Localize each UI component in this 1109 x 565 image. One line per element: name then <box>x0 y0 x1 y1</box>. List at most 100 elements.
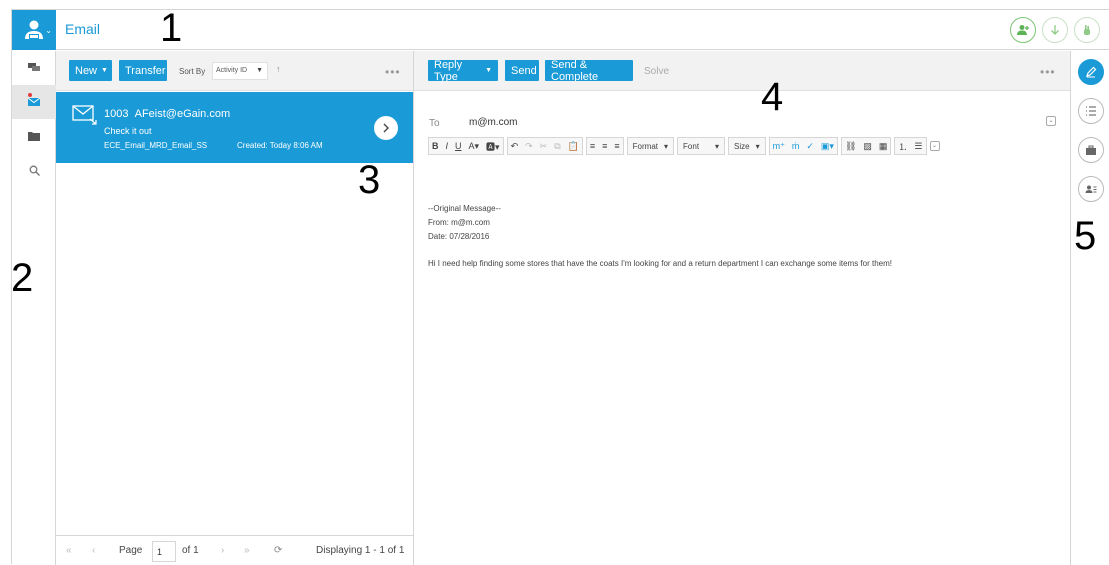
sort-direction-icon[interactable]: ↑ <box>276 64 281 74</box>
rail-edit-button[interactable] <box>1078 59 1104 85</box>
activity-queue: ECE_Email_MRD_Email_SS <box>104 141 208 150</box>
more-options-icon[interactable]: ••• <box>1040 65 1056 79</box>
caret-down-icon: ▼ <box>101 67 108 74</box>
activity-created: Created: Today 8:06 AM <box>237 141 323 150</box>
copy-icon[interactable]: ⧉ <box>554 141 560 152</box>
chevron-down-icon: ⌄ <box>45 26 52 35</box>
align-center-icon[interactable]: ≡ <box>602 141 607 151</box>
accept-button[interactable] <box>1042 17 1068 43</box>
sort-select[interactable]: Activity ID ▼ <box>212 62 268 80</box>
callout-2: 2 <box>11 256 34 300</box>
undo-icon[interactable]: ↶ <box>511 141 519 152</box>
align-group: ≡ ≡ ≡ <box>585 137 624 155</box>
new-button[interactable]: New ▼ <box>69 60 112 81</box>
nav-folders[interactable] <box>12 119 56 153</box>
original-from-line: From: m@m.com <box>428 218 490 227</box>
right-rail <box>1070 51 1109 565</box>
caret-down-icon: ▾ <box>664 141 669 151</box>
align-right-icon[interactable]: ≡ <box>614 141 619 151</box>
top-actions <box>1010 17 1100 43</box>
sort-by-label: Sort By <box>179 67 206 76</box>
left-nav <box>12 51 56 565</box>
caret-down-icon: ▼ <box>485 67 492 74</box>
insert-template-icon[interactable]: m⁺ <box>773 141 785 152</box>
expand-header-icon[interactable]: ⌄ <box>1046 116 1056 126</box>
link-icon[interactable]: ⛓ <box>845 141 856 152</box>
redo-icon[interactable]: ↷ <box>525 141 533 152</box>
callout-5: 5 <box>1074 214 1097 258</box>
page-label: Page <box>119 545 143 556</box>
nav-email[interactable] <box>12 85 56 119</box>
hand-icon <box>1084 25 1090 35</box>
folder-icon <box>28 132 40 141</box>
rail-details-button[interactable] <box>1078 98 1104 124</box>
size-select[interactable]: Size ▾ <box>728 137 766 155</box>
activity-from: AFeist@eGain.com <box>134 108 231 120</box>
user-menu-button[interactable]: ⌄ <box>12 10 56 50</box>
to-field[interactable]: m@m.com <box>469 117 517 128</box>
highlight-color-icon[interactable]: 🅰▾ <box>486 140 500 153</box>
image-icon[interactable]: ▨ <box>863 141 872 152</box>
briefcase-icon <box>1086 145 1096 155</box>
last-page-icon[interactable]: » <box>244 545 250 556</box>
align-left-icon[interactable]: ≡ <box>590 141 595 151</box>
activity-list-panel: New ▼ Transfer Sort By Activity ID ▼ ↑ •… <box>56 51 414 565</box>
pencil-icon <box>1086 66 1097 78</box>
nav-search[interactable] <box>12 153 56 187</box>
page-input[interactable]: 1 <box>152 541 176 562</box>
list-toolbar: New ▼ Transfer Sort By Activity ID ▼ ↑ •… <box>56 51 413 91</box>
contact-card-icon <box>1085 185 1097 193</box>
bullet-list-icon[interactable]: ☰ <box>914 141 922 152</box>
reply-type-button[interactable]: Reply Type ▼ <box>428 59 498 83</box>
nav-chat[interactable] <box>12 51 56 85</box>
activity-subject: Check it out <box>104 126 152 136</box>
font-select[interactable]: Font ▾ <box>677 137 726 155</box>
availability-button[interactable] <box>1074 17 1100 43</box>
table-icon[interactable]: ▦ <box>879 141 888 152</box>
rich-text-toolbar: B I U A▾ 🅰▾ ↶ ↷ ✂ ⧉ 📋 ≡ ≡ ≡ Format ▾ Fon… <box>428 137 940 155</box>
pagination-bar: « ‹ Page 1 of 1 › » ⟳ Displaying 1 - 1 o… <box>56 535 413 565</box>
transfer-button[interactable]: Transfer <box>119 60 167 81</box>
insert-macro-icon[interactable]: ṁ <box>792 141 800 151</box>
prev-page-icon[interactable]: ‹ <box>92 545 95 556</box>
original-message-divider: --Original Message-- <box>428 204 501 213</box>
format-label: Format <box>632 141 659 151</box>
send-button[interactable]: Send <box>505 60 539 81</box>
underline-icon[interactable]: U <box>455 141 462 151</box>
rail-case-button[interactable] <box>1078 137 1104 163</box>
format-select[interactable]: Format ▾ <box>626 137 675 155</box>
callout-4: 4 <box>761 75 784 119</box>
search-icon <box>29 165 40 176</box>
history-group: ↶ ↷ ✂ ⧉ 📋 <box>506 137 583 155</box>
cut-icon[interactable]: ✂ <box>540 141 548 152</box>
send-label: Send <box>511 64 537 77</box>
send-complete-button[interactable]: Send & Complete <box>545 59 633 83</box>
displaying-count: Displaying 1 - 1 of 1 <box>316 545 405 556</box>
next-page-icon[interactable]: › <box>221 545 224 556</box>
email-icon <box>28 97 40 106</box>
arrow-down-icon <box>1051 25 1059 35</box>
open-activity-button[interactable] <box>374 116 398 140</box>
solve-button[interactable]: Solve <box>644 66 669 77</box>
paste-icon[interactable]: 📋 <box>568 141 579 152</box>
first-page-icon[interactable]: « <box>66 545 72 556</box>
insert-article-icon[interactable]: ▣▾ <box>821 141 834 152</box>
chevron-right-icon <box>383 123 389 133</box>
transfer-button-label: Transfer <box>125 64 166 77</box>
more-tools-icon[interactable]: ⌄ <box>929 141 940 151</box>
activity-id: 1003 <box>104 108 129 120</box>
rail-customer-button[interactable] <box>1078 176 1104 202</box>
add-agent-button[interactable] <box>1010 17 1036 43</box>
activity-list-item[interactable]: 1003 AFeist@eGain.com Check it out ECE_E… <box>56 92 413 163</box>
italic-icon[interactable]: I <box>446 141 449 151</box>
chat-icon <box>28 63 40 71</box>
spellcheck-icon[interactable]: ✓ <box>806 141 814 152</box>
original-date-line: Date: 07/28/2016 <box>428 232 490 241</box>
more-options-icon[interactable]: ••• <box>385 65 401 79</box>
text-color-icon[interactable]: A▾ <box>469 141 480 152</box>
bold-icon[interactable]: B <box>432 141 439 151</box>
numbered-list-icon[interactable]: ⒈ <box>898 140 907 153</box>
callout-1: 1 <box>160 6 183 50</box>
refresh-icon[interactable]: ⟳ <box>274 545 282 556</box>
sort-select-value: Activity ID <box>216 67 248 74</box>
